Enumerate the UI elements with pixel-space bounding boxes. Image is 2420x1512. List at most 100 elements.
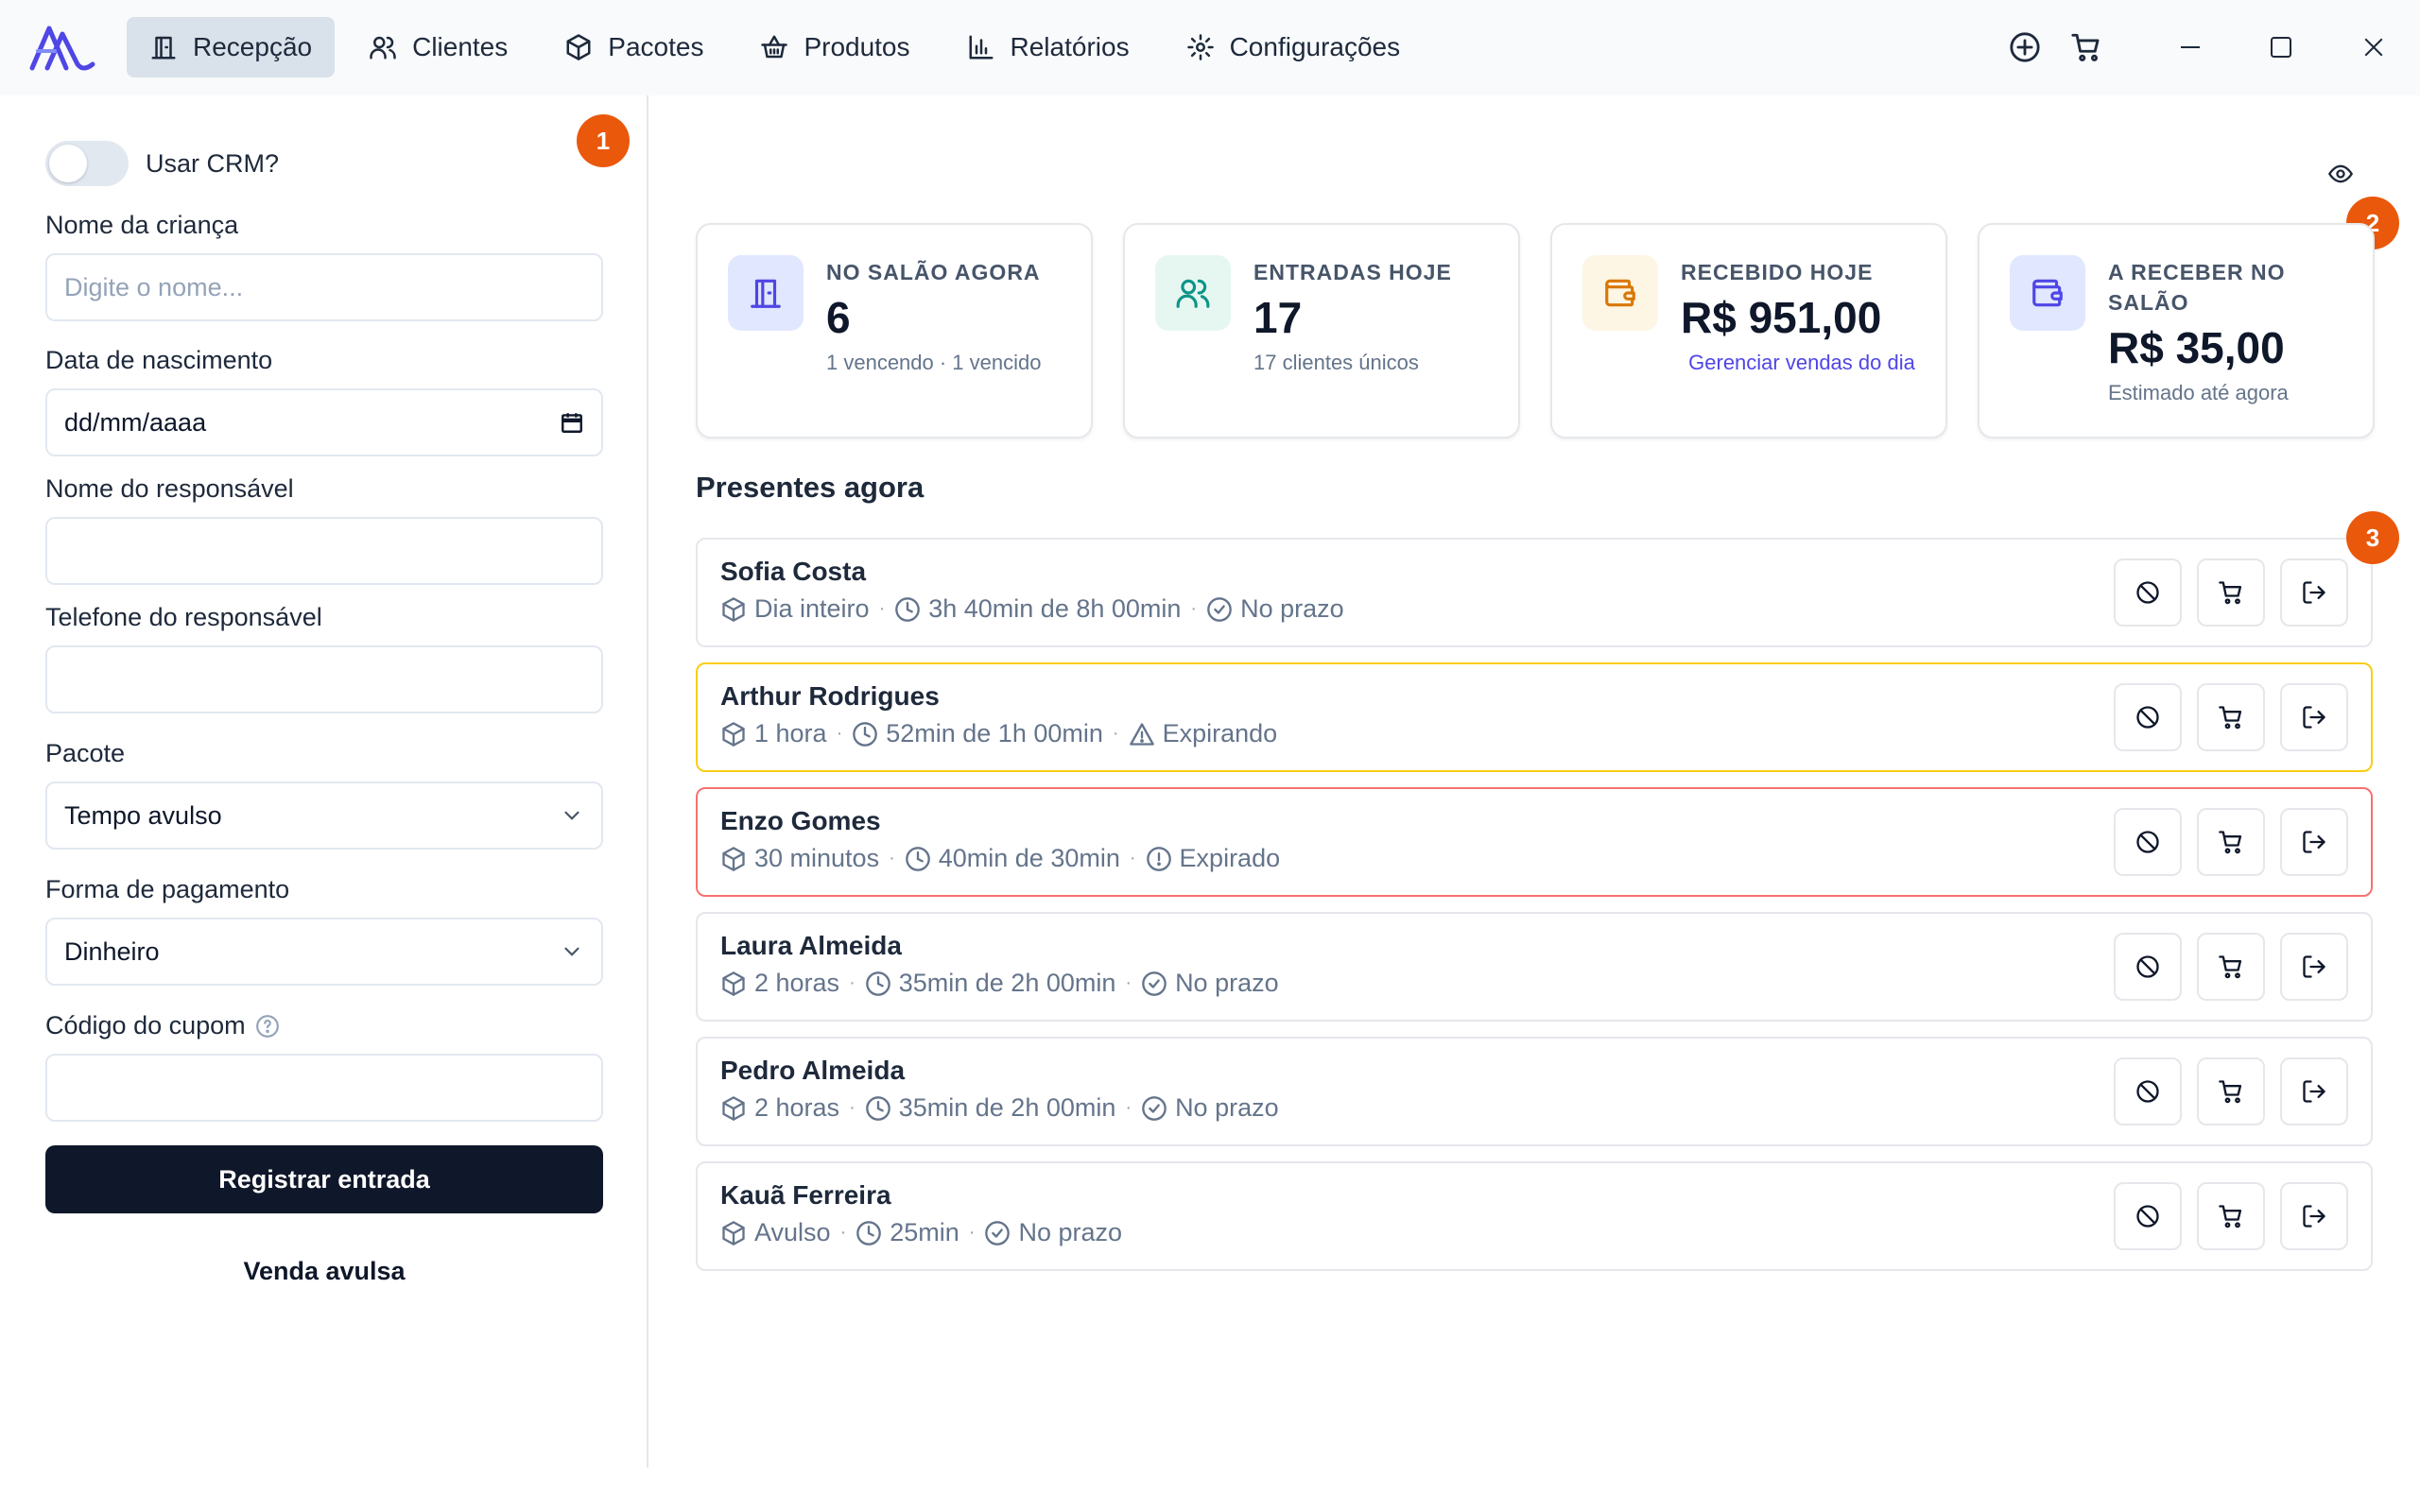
birth-date-placeholder: dd/mm/aaaa: [64, 407, 207, 437]
time-info: 35min de 2h 00min: [865, 1093, 1116, 1123]
stat-icon-wrap: [2010, 255, 2085, 331]
add-to-cart-button[interactable]: [2197, 1182, 2265, 1250]
separator: ·: [839, 1222, 847, 1243]
ban-icon: [2136, 581, 2159, 604]
wallet-icon: [1605, 279, 1635, 307]
crm-toggle[interactable]: [45, 141, 129, 186]
add-to-cart-button[interactable]: [2197, 808, 2265, 876]
bar-chart-icon: [969, 35, 994, 60]
row-meta: 2 horas · 35min de 2h 00min · No prazo: [720, 1093, 1279, 1123]
ban-icon: [2136, 955, 2159, 978]
nav-item-pacotes[interactable]: Pacotes: [542, 17, 726, 77]
add-to-cart-button[interactable]: [2197, 558, 2265, 627]
block-button[interactable]: [2114, 808, 2182, 876]
stat-title: A RECEBER NO SALÃO: [2108, 260, 2286, 315]
client-name: Sofia Costa: [720, 557, 867, 586]
birth-date-label: Data de nascimento: [45, 346, 273, 374]
client-name: Pedro Almeida: [720, 1056, 906, 1085]
separator: ·: [1112, 723, 1119, 744]
client-name: Kauã Ferreira: [720, 1180, 891, 1210]
help-icon[interactable]: [255, 1014, 280, 1039]
register-entry-button[interactable]: Registrar entrada: [45, 1145, 603, 1213]
close-icon[interactable]: [2360, 33, 2388, 61]
manage-sales-link[interactable]: Gerenciar vendas do dia: [1681, 348, 1923, 378]
logout-icon: [2303, 831, 2325, 853]
checkout-button[interactable]: [2280, 558, 2348, 627]
add-to-cart-button[interactable]: [2197, 1057, 2265, 1125]
status-text: Expirando: [1162, 719, 1278, 747]
add-to-cart-button[interactable]: [2197, 933, 2265, 1001]
checkout-button[interactable]: [2280, 1182, 2348, 1250]
package-select[interactable]: Tempo avulso: [45, 782, 603, 850]
checkout-button[interactable]: [2280, 808, 2348, 876]
package-icon: [722, 596, 745, 622]
nav-item-label: Recepção: [193, 32, 313, 61]
cart-icon: [2219, 581, 2242, 605]
guardian-phone-input[interactable]: [45, 645, 603, 713]
clock-icon: [856, 1220, 882, 1246]
status-info: No prazo: [984, 1218, 1122, 1247]
checkout-button[interactable]: [2280, 1057, 2348, 1125]
block-button[interactable]: [2114, 933, 2182, 1001]
check-circle-icon: [1142, 1095, 1167, 1121]
guardian-name-input[interactable]: [45, 517, 603, 585]
alert-circle-icon: [1146, 846, 1171, 871]
block-button[interactable]: [2114, 1182, 2182, 1250]
nav-item-relatorios[interactable]: Relatórios: [944, 17, 1152, 77]
add-to-cart-button[interactable]: [2197, 683, 2265, 751]
ban-icon: [2136, 1080, 2159, 1103]
logout-icon: [2303, 706, 2325, 729]
single-sale-button[interactable]: Venda avulsa: [45, 1245, 603, 1297]
elapsed-time: 25min: [890, 1218, 959, 1246]
nav-item-produtos[interactable]: Produtos: [737, 17, 932, 77]
main-nav: Recepção Clientes Pacotes Produtos Relat…: [127, 17, 1423, 77]
block-button[interactable]: [2114, 558, 2182, 627]
row-meta: 1 hora · 52min de 1h 00min · Expirando: [720, 719, 1277, 748]
package-icon: [722, 1220, 745, 1246]
clock-icon: [865, 971, 890, 996]
time-info: 52min de 1h 00min: [852, 719, 1103, 748]
status-info: No prazo: [1206, 594, 1344, 624]
present-row: Enzo Gomes 30 minutos · 40min de 30min ·…: [696, 787, 2373, 897]
elapsed-time: 35min de 2h 00min: [898, 969, 1116, 997]
separator: ·: [968, 1222, 976, 1243]
nav-item-configuracoes[interactable]: Configurações: [1164, 17, 1424, 77]
block-button[interactable]: [2114, 683, 2182, 751]
clock-icon: [905, 846, 930, 871]
client-name: Arthur Rodrigues: [720, 681, 940, 711]
nav-item-clientes[interactable]: Clientes: [346, 17, 530, 77]
package-icon: [722, 1095, 745, 1121]
separator: ·: [1190, 598, 1198, 619]
nav-item-label: Configurações: [1229, 32, 1401, 61]
stat-icon-wrap: [1582, 255, 1658, 331]
calendar-icon[interactable]: [560, 410, 584, 435]
row-actions: [2114, 808, 2348, 876]
cart-icon[interactable]: [2070, 31, 2102, 63]
coupon-input[interactable]: [45, 1054, 603, 1122]
maximize-icon[interactable]: [2267, 33, 2295, 61]
separator: ·: [849, 1097, 856, 1118]
add-circle-icon[interactable]: [2009, 31, 2041, 63]
package-icon: [566, 34, 591, 60]
block-button[interactable]: [2114, 1057, 2182, 1125]
checkout-button[interactable]: [2280, 933, 2348, 1001]
client-name: Laura Almeida: [720, 931, 902, 960]
birth-date-input[interactable]: dd/mm/aaaa: [45, 388, 603, 456]
stat-card-recebido-hoje: RECEBIDO HOJE R$ 951,00 Gerenciar vendas…: [1550, 223, 1947, 438]
minimize-icon[interactable]: [2176, 33, 2204, 61]
separator: ·: [1125, 1097, 1132, 1118]
checkout-button[interactable]: [2280, 683, 2348, 751]
package-name: Avulso: [754, 1218, 831, 1246]
door-icon: [151, 36, 176, 60]
elapsed-time: 52min de 1h 00min: [886, 719, 1103, 747]
nav-item-recepcao[interactable]: Recepção: [127, 17, 336, 77]
payment-select[interactable]: Dinheiro: [45, 918, 603, 986]
package-info: Dia inteiro: [720, 594, 870, 624]
status-text: No prazo: [1175, 1093, 1279, 1122]
eye-icon[interactable]: [2325, 161, 2356, 187]
child-name-input[interactable]: Digite o nome...: [45, 253, 603, 321]
elapsed-time: 35min de 2h 00min: [898, 1093, 1116, 1122]
coupon-label: Código do cupom: [45, 1011, 246, 1040]
row-actions: [2114, 933, 2348, 1001]
status-text: Expirado: [1179, 844, 1281, 872]
